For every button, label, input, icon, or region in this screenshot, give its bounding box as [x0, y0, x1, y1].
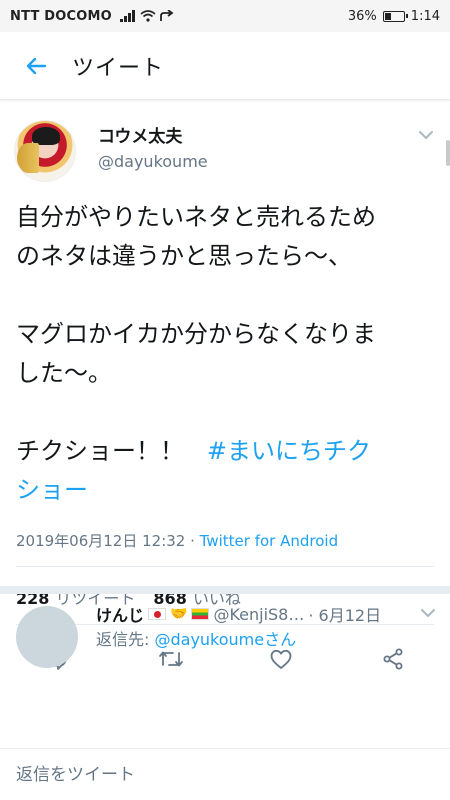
hashtag-link[interactable]: #まいにちチク — [207, 437, 371, 465]
carrier-name: NTT DOCOMO — [10, 8, 112, 24]
tweet-line — [16, 276, 436, 315]
tweet-menu-button[interactable] — [418, 126, 434, 145]
battery-icon — [382, 10, 408, 22]
section-separator — [0, 586, 450, 594]
status-bar: NTT DOCOMO 36% 1:14 — [0, 0, 450, 32]
divider — [16, 566, 434, 567]
call-forward-icon — [159, 10, 174, 21]
tweet-line: 自分がやりたいネタと売れるため — [16, 203, 376, 231]
hashtag-link-continued[interactable]: ショー — [16, 471, 436, 510]
clock: 1:14 — [410, 8, 440, 24]
myanmar-flag-icon — [191, 608, 210, 620]
app-header: ツイート — [0, 32, 450, 100]
back-arrow-icon — [26, 57, 47, 74]
reply-input[interactable] — [16, 764, 416, 785]
handshake-icon: 🤝 — [170, 606, 188, 622]
reply-author-handle[interactable]: @KenjiS8… — [213, 605, 304, 624]
tweet-source-link[interactable]: Twitter for Android — [200, 532, 338, 550]
tweet-timestamp: 2019年06月12日 12:32 · — [16, 532, 200, 550]
chevron-down-icon — [421, 609, 435, 618]
tweet-meta: 2019年06月12日 12:32 · Twitter for Android — [16, 530, 338, 551]
scrollbar[interactable] — [446, 140, 450, 166]
japan-flag-icon — [148, 608, 167, 620]
signal-icon — [119, 10, 135, 22]
tweet-line: マグロかイカか分からなくなりま — [16, 320, 376, 348]
tweet-line — [16, 393, 436, 432]
reply-tweet[interactable]: けんじ 🤝 @KenjiS8… · 6月12日 返信先: @dayukoumeさ… — [0, 594, 450, 754]
page-title: ツイート — [72, 55, 165, 81]
author-name[interactable]: コウメ太夫 — [98, 122, 182, 147]
tweet-author: コウメ太夫 @dayukoume — [14, 120, 434, 190]
reply-author-name[interactable]: けんじ — [96, 602, 144, 626]
reply-menu-button[interactable] — [420, 604, 436, 623]
avatar[interactable] — [14, 120, 76, 182]
battery-percent: 36% — [347, 8, 377, 24]
author-handle[interactable]: @dayukoume — [98, 152, 208, 171]
reply-compose-bar — [0, 748, 450, 800]
back-button[interactable] — [0, 32, 72, 100]
avatar[interactable] — [16, 606, 78, 668]
mention-link[interactable]: @dayukoumeさん — [154, 630, 296, 649]
tweet-line: した〜。 — [16, 359, 112, 387]
tweet-text: 自分がやりたいネタと売れるため のネタは違うかと思ったら〜、 マグロかイカか分か… — [16, 198, 436, 510]
reply-date: · 6月12日 — [308, 606, 382, 625]
replying-to-label: 返信先: — [96, 630, 155, 649]
tweet-line: のネタは違うかと思ったら〜、 — [16, 242, 352, 270]
tweet-line: チクショー！！ — [16, 437, 184, 465]
wifi-icon — [140, 10, 156, 22]
tweet-line-with-hashtag: チクショー！！ #まいにちチク — [16, 432, 436, 471]
chevron-down-icon — [419, 131, 433, 140]
